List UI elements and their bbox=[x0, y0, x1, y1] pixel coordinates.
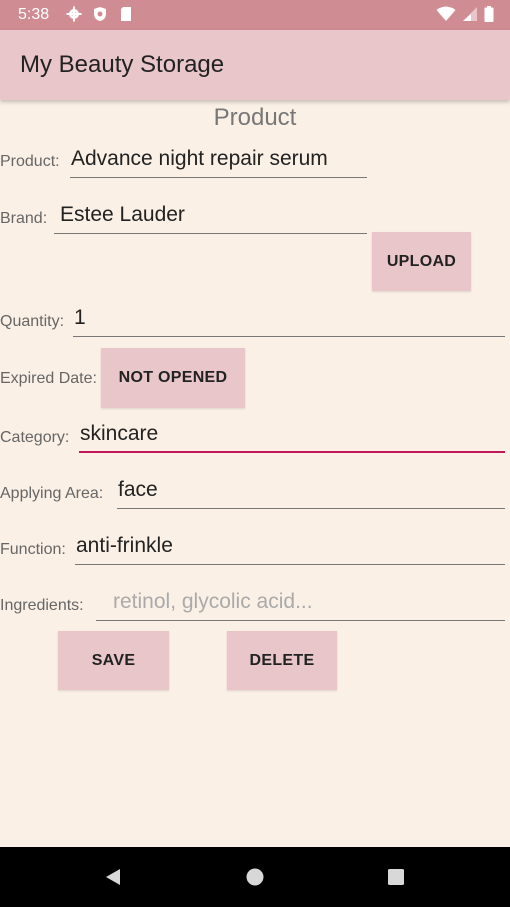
battery-icon bbox=[484, 6, 494, 22]
delete-button[interactable]: DELETE bbox=[227, 631, 337, 690]
recents-icon[interactable] bbox=[383, 865, 409, 889]
sdcard-icon bbox=[121, 7, 131, 21]
quantity-label: Quantity: bbox=[0, 313, 65, 330]
wifi-icon bbox=[436, 6, 456, 21]
product-label: Product: bbox=[0, 153, 60, 170]
upload-button[interactable]: UPLOAD bbox=[372, 232, 471, 291]
shield-icon bbox=[94, 7, 106, 21]
brand-label: Brand: bbox=[0, 210, 48, 227]
signal-icon bbox=[463, 7, 477, 21]
applying-area-label: Applying Area: bbox=[0, 485, 104, 502]
save-button[interactable]: SAVE bbox=[58, 631, 169, 690]
product-field[interactable]: Advance night repair serum bbox=[70, 144, 367, 178]
expired-date-label: Expired Date: bbox=[0, 370, 97, 387]
quantity-field[interactable]: 1 bbox=[73, 303, 505, 337]
ingredients-label: Ingredients: bbox=[0, 597, 84, 614]
navigation-bar bbox=[0, 847, 510, 907]
product-form: Product Product: Advance night repair se… bbox=[0, 100, 510, 847]
brand-field[interactable]: Estee Lauder bbox=[54, 200, 367, 234]
not-opened-button[interactable]: NOT OPENED bbox=[101, 348, 245, 408]
function-field[interactable]: anti-frinkle bbox=[75, 531, 505, 565]
category-label: Category: bbox=[0, 429, 70, 446]
section-title: Product bbox=[213, 104, 297, 131]
app-title: My Beauty Storage bbox=[20, 51, 225, 78]
category-field[interactable]: skincare bbox=[79, 419, 505, 453]
status-time: 5:38 bbox=[18, 6, 50, 23]
applying-area-field[interactable]: face bbox=[117, 475, 505, 509]
app-bar: My Beauty Storage bbox=[0, 30, 510, 100]
ingredients-field[interactable]: retinol, glycolic acid... bbox=[96, 587, 505, 621]
status-icons-right bbox=[436, 6, 494, 22]
gear-icon bbox=[66, 6, 82, 22]
status-bar: 5:38 bbox=[0, 0, 510, 30]
function-label: Function: bbox=[0, 541, 66, 558]
back-icon[interactable] bbox=[100, 865, 126, 889]
status-icons-left bbox=[66, 6, 134, 22]
home-icon[interactable] bbox=[242, 865, 268, 889]
